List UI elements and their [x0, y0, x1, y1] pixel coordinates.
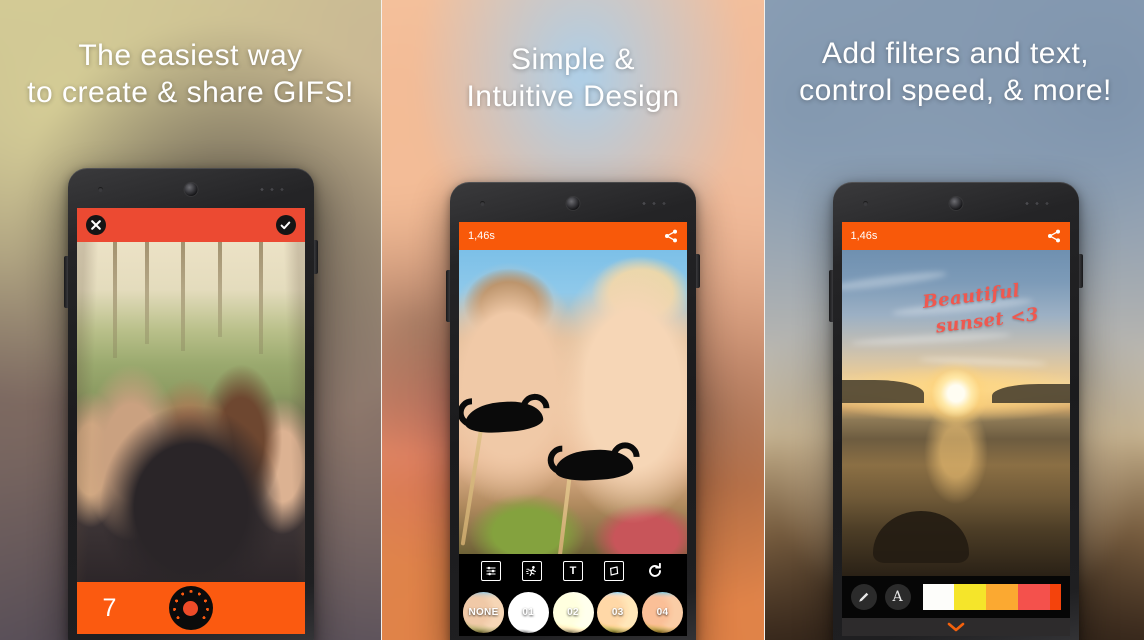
filter-thumbnail-strip[interactable]: NONE 01 02 03 04 [459, 588, 687, 636]
filter-label: 04 [656, 606, 669, 618]
phone-screen-capture: 7 [76, 208, 305, 634]
panel-text-filters: Add filters and text, control speed, & m… [765, 0, 1144, 640]
adjust-sliders-icon[interactable] [481, 561, 502, 581]
tree-decor [258, 242, 263, 355]
panel-divider-2 [764, 0, 765, 640]
filter-thumb-01[interactable]: 01 [507, 591, 549, 633]
filter-thumb-02[interactable]: 02 [552, 591, 594, 633]
phone-screen-edit: 1,46s T NONE 01 02 03 04 [459, 222, 687, 636]
swatch-orange[interactable] [986, 584, 1018, 610]
gif-duration-label: 1,46s [468, 230, 495, 242]
front-camera-icon [184, 183, 197, 196]
panel-capture: The easiest way to create & share GIFS! [0, 0, 381, 640]
close-x-icon[interactable] [85, 215, 106, 235]
filter-thumb-03[interactable]: 03 [597, 591, 639, 633]
phone-screen-text: 1,46s Beautiful sunset <3 A [841, 222, 1070, 636]
phone-mockup-edit: 1,46s T NONE 01 02 03 04 [446, 182, 700, 640]
filter-thumb-04[interactable]: 04 [642, 591, 683, 633]
proximity-sensor-icon [480, 201, 485, 206]
front-camera-icon [949, 197, 962, 210]
text-tool-icon[interactable]: T [562, 561, 583, 581]
front-camera-icon [566, 197, 580, 210]
earpiece-speaker-icon [1024, 202, 1051, 205]
swatch-orange-red[interactable] [1049, 584, 1061, 610]
panel-edit: Simple & Intuitive Design 1,46s T NONE 0… [382, 0, 764, 640]
phone-mockup-text: 1,46s Beautiful sunset <3 A [828, 182, 1083, 640]
color-swatch-strip[interactable] [922, 584, 1061, 610]
filter-label: 02 [567, 606, 579, 618]
phone-mockup-capture: 7 [63, 168, 318, 640]
phone-bottom-chin [450, 636, 696, 640]
capture-top-bar [76, 208, 305, 242]
gif-preview[interactable] [459, 250, 687, 554]
phone-bottom-chin [68, 632, 314, 640]
swatch-yellow[interactable] [954, 584, 986, 610]
headland-left-decor [841, 380, 924, 404]
share-icon[interactable] [664, 229, 678, 243]
proximity-sensor-icon [97, 187, 103, 192]
filter-label: 01 [522, 606, 535, 618]
panel-divider-1 [381, 0, 382, 640]
swatch-white[interactable] [922, 584, 955, 610]
proximity-sensor-icon [862, 201, 868, 206]
refresh-loop-icon[interactable] [645, 561, 665, 581]
share-icon[interactable] [1047, 229, 1061, 243]
phone-bottom-chin [833, 636, 1079, 640]
frame-counter: 7 [102, 593, 117, 622]
record-ring-decor [172, 590, 209, 626]
app-store-screenshot-gallery: The easiest way to create & share GIFS! [0, 0, 1144, 640]
check-mark-icon[interactable] [275, 215, 296, 235]
headland-right-decor [991, 383, 1070, 404]
record-button-icon[interactable] [168, 586, 213, 630]
tree-decor [181, 242, 186, 351]
panel-collapse-handle[interactable] [841, 618, 1070, 636]
speed-runner-icon[interactable] [522, 561, 543, 581]
phone-top-bezel [68, 168, 314, 208]
filter-label: NONE [468, 606, 499, 618]
phone-top-bezel [450, 182, 696, 222]
earpiece-speaker-icon [642, 202, 668, 205]
tree-decor [144, 242, 149, 344]
text-top-bar: 1,46s [841, 222, 1070, 250]
edit-top-bar: 1,46s [459, 222, 687, 250]
edit-toolbar: T [459, 554, 687, 588]
gif-duration-label: 1,46s [850, 230, 878, 242]
tree-decor [112, 242, 117, 358]
swatch-coral[interactable] [1017, 584, 1050, 610]
phone-top-bezel [833, 182, 1079, 222]
earpiece-speaker-icon [259, 188, 286, 191]
camera-preview[interactable] [76, 242, 305, 582]
pencil-draw-icon[interactable] [850, 584, 877, 610]
font-style-icon[interactable]: A [884, 584, 911, 610]
group-selfie-photo [76, 242, 305, 582]
chevron-down-icon [947, 622, 964, 632]
filter-thumb-none[interactable]: NONE [463, 591, 504, 633]
text-toolbar: A [841, 576, 1070, 618]
filter-label: 03 [611, 606, 624, 618]
sunset-preview[interactable]: Beautiful sunset <3 [841, 250, 1070, 576]
crop-rotate-icon[interactable] [603, 561, 624, 581]
tree-decor [217, 242, 222, 338]
capture-bottom-bar: 7 [76, 582, 305, 634]
